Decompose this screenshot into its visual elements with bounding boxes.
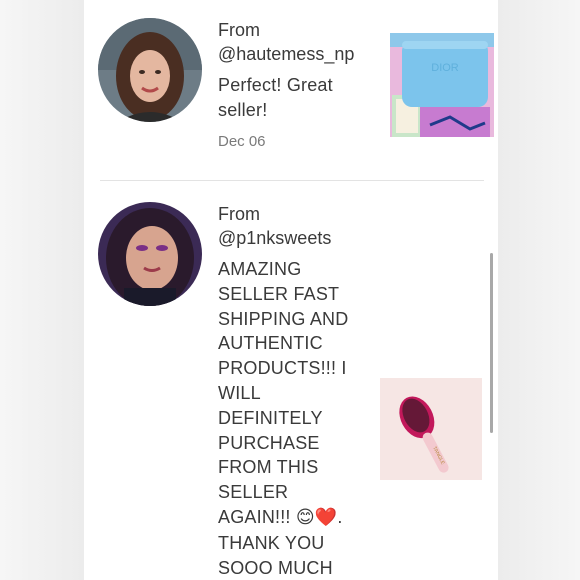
message-line: WILL (218, 382, 261, 403)
reviewer-avatar[interactable] (98, 18, 202, 122)
message-line: THANK YOU (218, 532, 325, 553)
review-text: From @p1nksweets AMAZING SELLER FAST SHI… (218, 202, 378, 580)
reviewer-handle[interactable]: @p1nksweets (218, 226, 378, 250)
svg-text:DIOR: DIOR (431, 62, 459, 74)
message-line: AUTHENTIC (218, 333, 323, 354)
message-line: SHIPPING AND (218, 308, 349, 329)
from-label: From (218, 204, 260, 224)
message-text: AGAIN!!! (218, 506, 296, 527)
review-message: Perfect! Great seller! (218, 75, 333, 120)
right-background (498, 0, 580, 580)
woman-avatar-icon (98, 18, 202, 122)
from-label: From (218, 20, 260, 40)
smile-emoji-icon: 😊 (295, 506, 315, 528)
heart-emoji-icon: ❤️ (314, 506, 338, 528)
woman-avatar-icon (98, 202, 202, 306)
reviews-screen[interactable]: From @hautemess_np Perfect! Great seller… (84, 0, 498, 580)
message-line: AMAZING (218, 259, 302, 279)
review-date: Dec 06 (218, 132, 266, 150)
product-thumbnail[interactable]: DIOR (390, 33, 494, 137)
hair-brush-product-icon: TANGLE (380, 378, 482, 480)
message-line: FROM THIS (218, 457, 319, 478)
review-divider (100, 180, 484, 181)
scrollbar[interactable] (490, 253, 493, 433)
message-line: AGAIN!!! 😊❤️. (218, 505, 368, 531)
message-line: SELLER (218, 482, 289, 503)
left-background (0, 0, 84, 580)
message-text: . (337, 506, 343, 527)
message-line: SELLER FAST (218, 283, 340, 304)
review-text: From @hautemess_np Perfect! Great seller… (218, 18, 378, 152)
message-line: PURCHASE (218, 432, 320, 453)
message-line: DEFINITELY (218, 407, 323, 428)
reviewer-avatar[interactable] (98, 202, 202, 306)
product-thumbnail[interactable]: TANGLE (380, 378, 482, 480)
review-message: AMAZING SELLER FAST SHIPPING AND AUTHENT… (218, 257, 368, 580)
message-line: PRODUCTS!!! I (218, 358, 347, 379)
reviewer-handle[interactable]: @hautemess_np (218, 42, 378, 66)
blue-pouch-product-icon: DIOR (390, 33, 494, 137)
message-line: SOOO MUCH (218, 557, 333, 578)
